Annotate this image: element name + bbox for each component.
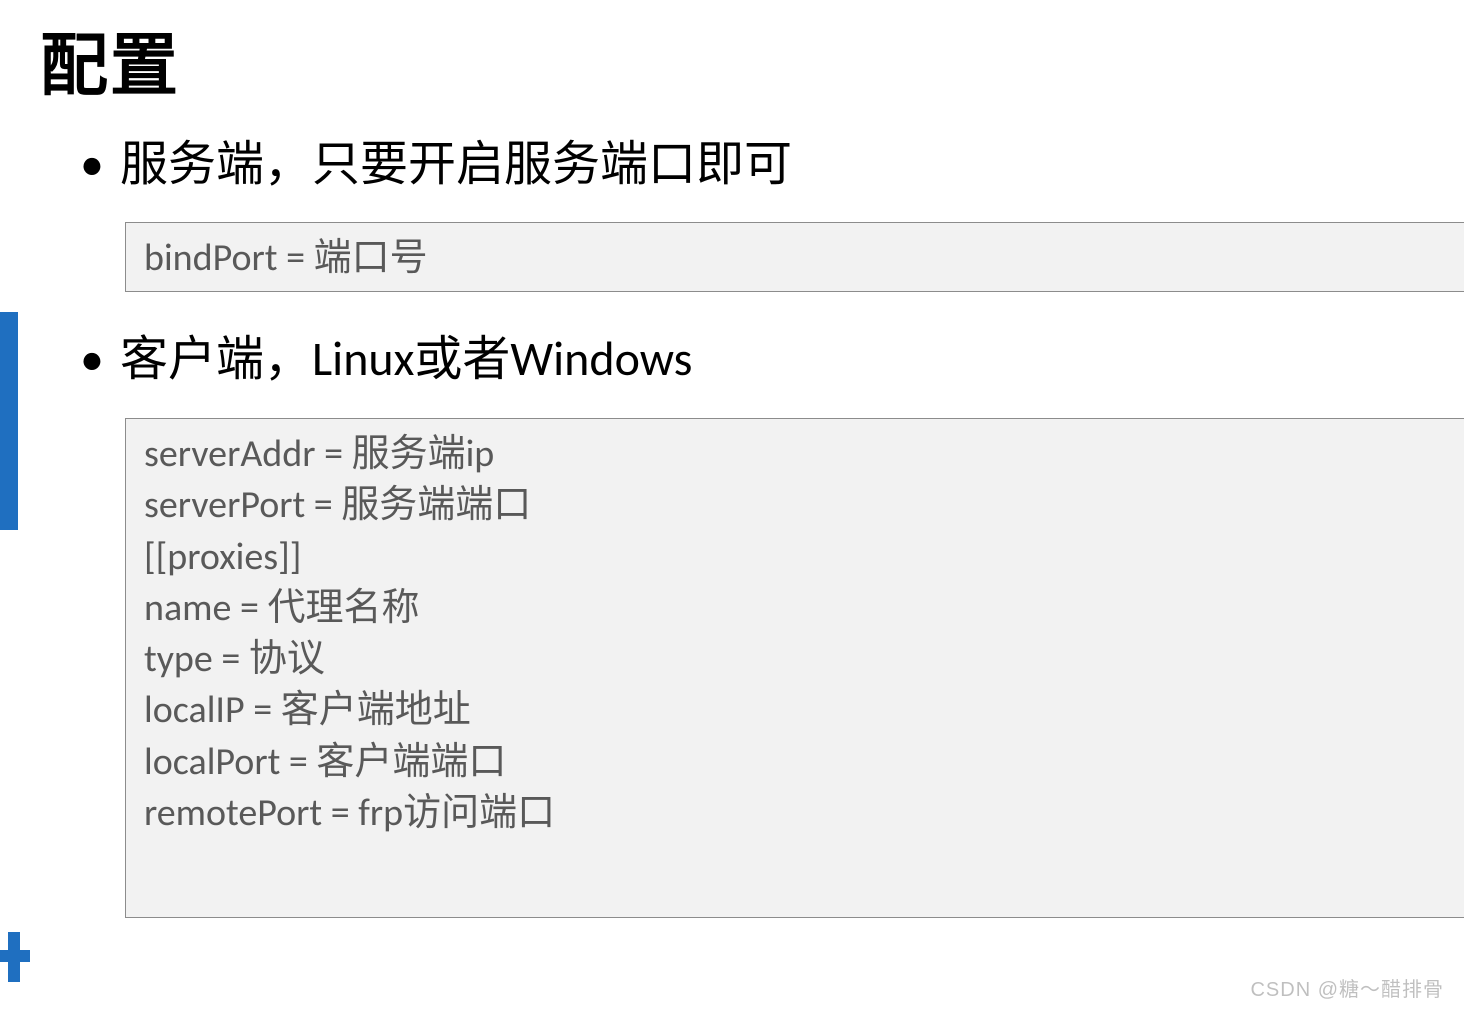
server-config-line: bindPort = 端口号 (144, 233, 1446, 284)
bullet-client-text: 客户端，Linux或者Windows (120, 329, 692, 388)
client-config-line: localPort = 客户端端口 (144, 737, 1446, 788)
watermark-text: CSDN @糖～醋排骨 (1250, 973, 1444, 1002)
slide: 配置 •服务端，只要开启服务端口即可 bindPort = 端口号 •客户端，L… (0, 0, 1464, 1012)
bullet-server-text: 服务端，只要开启服务端口即可 (120, 134, 792, 193)
client-config-line: localIP = 客户端地址 (144, 685, 1446, 736)
bullet-dot: • (80, 330, 120, 388)
client-config-line: type = 协议 (144, 634, 1446, 685)
bullet-dot: • (80, 135, 120, 193)
client-config-line: [[proxies]] (144, 532, 1446, 583)
client-config-line: name = 代理名称 (144, 583, 1446, 634)
page-title: 配置 (40, 10, 180, 109)
client-config-line: remotePort = frp访问端口 (144, 788, 1446, 839)
client-config-line: serverPort = 服务端端口 (144, 480, 1446, 531)
server-config-box: bindPort = 端口号 (125, 222, 1464, 292)
client-config-line: serverAddr = 服务端ip (144, 429, 1446, 480)
decorative-plus-icon (0, 932, 30, 982)
decorative-side-rail (0, 312, 18, 530)
client-config-box: serverAddr = 服务端ip serverPort = 服务端端口 [[… (125, 418, 1464, 918)
bullet-client: •客户端，Linux或者Windows (80, 330, 692, 388)
bullet-server: •服务端，只要开启服务端口即可 (80, 135, 792, 193)
